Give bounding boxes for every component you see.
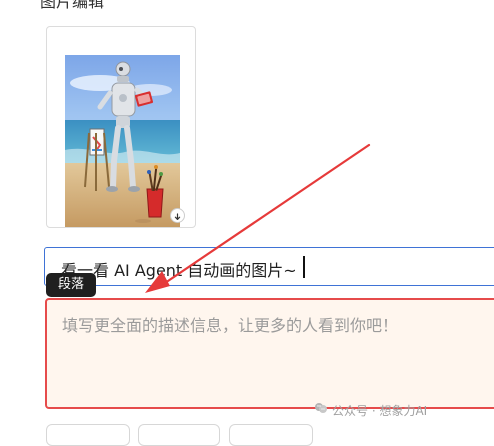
download-glyph — [174, 213, 181, 220]
title-input-value[interactable]: 看一看 AI Agent 自动画的图片~ — [61, 257, 297, 281]
title-input[interactable]: 看一看 AI Agent 自动画的图片~ — [44, 247, 494, 286]
paragraph-tooltip: 段落 — [46, 273, 96, 297]
robot-painter-image — [65, 55, 180, 227]
wechat-icon — [314, 401, 328, 418]
description-input[interactable]: 填写更全面的描述信息，让更多的人看到你吧！ — [45, 298, 494, 409]
watermark-text: 公众号 · 想象力AI — [332, 404, 428, 418]
image-card[interactable] — [46, 26, 196, 228]
partial-header: 图片编辑 — [40, 0, 104, 12]
header-cut-text: 图片编辑 — [40, 0, 105, 11]
bottom-action-button-2[interactable] — [138, 424, 220, 446]
description-placeholder: 填写更全面的描述信息，让更多的人看到你吧！ — [62, 316, 399, 335]
bottom-action-button-1[interactable] — [46, 424, 130, 446]
watermark: 公众号 · 想象力AI — [315, 402, 428, 419]
download-icon[interactable] — [171, 209, 184, 222]
text-caret — [303, 256, 305, 278]
bottom-action-button-3[interactable] — [229, 424, 313, 446]
